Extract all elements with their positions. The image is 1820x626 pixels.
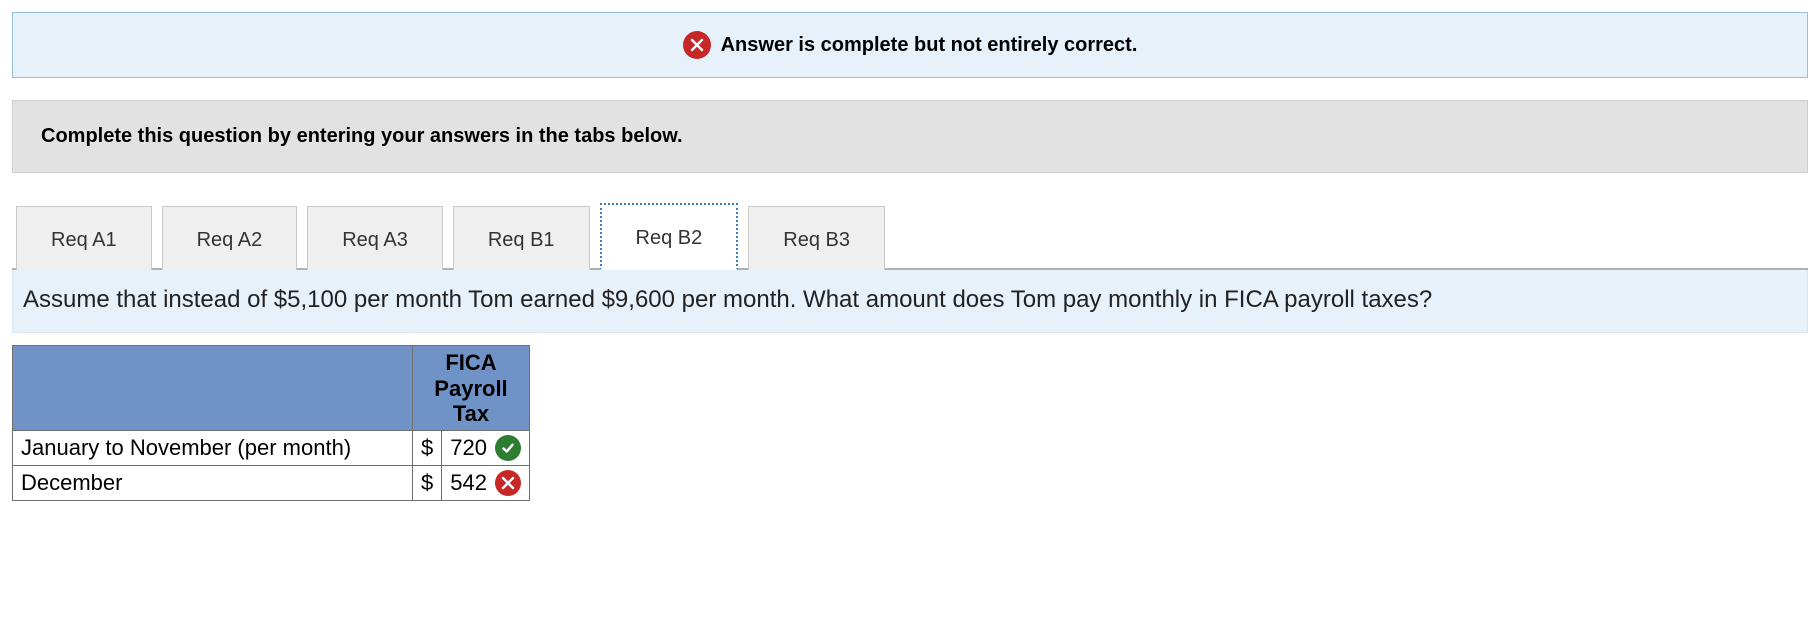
tab-label: Req B2: [636, 227, 703, 249]
tab-label: Req A2: [197, 229, 263, 251]
header-fica: FICA Payroll Tax: [413, 346, 530, 431]
table-row: December $ 542: [13, 466, 530, 501]
currency-symbol: $: [413, 431, 442, 466]
answer-value: 542: [450, 470, 487, 496]
x-icon: [495, 470, 521, 496]
instruction-bar: Complete this question by entering your …: [12, 100, 1808, 173]
answer-value: 720: [450, 435, 487, 461]
tab-req-b1[interactable]: Req B1: [453, 206, 590, 270]
tabs-row: Req A1 Req A2 Req A3 Req B1 Req B2 Req B…: [12, 201, 1808, 270]
table-row: January to November (per month) $ 720: [13, 431, 530, 466]
tab-req-b2[interactable]: Req B2: [600, 203, 739, 270]
answer-cell[interactable]: 720: [442, 431, 530, 466]
instruction-text: Complete this question by entering your …: [41, 125, 683, 147]
answer-table: FICA Payroll Tax January to November (pe…: [12, 345, 530, 501]
currency-symbol: $: [413, 466, 442, 501]
status-text: Answer is complete but not entirely corr…: [721, 34, 1138, 57]
header-blank: [13, 346, 413, 431]
tab-req-b3[interactable]: Req B3: [748, 206, 885, 270]
tab-label: Req B3: [783, 229, 850, 251]
row-label: January to November (per month): [13, 431, 413, 466]
header-fica-text: FICA Payroll Tax: [434, 350, 507, 426]
tab-label: Req A3: [342, 229, 408, 251]
answer-cell[interactable]: 542: [442, 466, 530, 501]
tab-req-a3[interactable]: Req A3: [307, 206, 443, 270]
prompt-text: Assume that instead of $5,100 per month …: [23, 286, 1432, 313]
tab-req-a1[interactable]: Req A1: [16, 206, 152, 270]
tab-label: Req B1: [488, 229, 555, 251]
question-prompt: Assume that instead of $5,100 per month …: [12, 270, 1808, 333]
tab-req-a2[interactable]: Req A2: [162, 206, 298, 270]
row-label: December: [13, 466, 413, 501]
tab-label: Req A1: [51, 229, 117, 251]
check-icon: [495, 435, 521, 461]
status-banner: Answer is complete but not entirely corr…: [12, 12, 1808, 78]
x-icon: [683, 31, 711, 59]
